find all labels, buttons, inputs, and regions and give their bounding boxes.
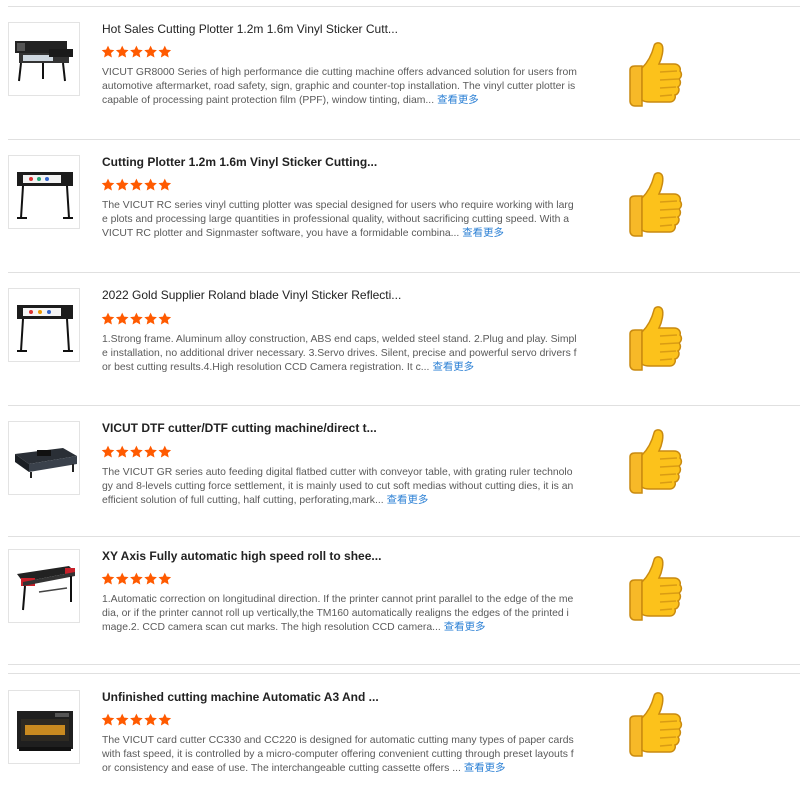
product-title[interactable]: XY Axis Fully automatic high speed roll …	[102, 549, 381, 563]
product-thumbnail[interactable]	[8, 155, 80, 229]
row-divider	[8, 272, 800, 273]
star-icon	[101, 713, 115, 726]
rating-stars	[101, 45, 172, 59]
star-icon	[144, 445, 157, 458]
star-icon	[158, 713, 172, 726]
description-text: 1.Automatic correction on longitudinal d…	[102, 594, 574, 633]
star-icon	[130, 713, 143, 726]
star-icon	[130, 45, 143, 58]
product-description: 1.Strong frame. Aluminum alloy construct…	[102, 333, 577, 375]
product-title[interactable]: 2022 Gold Supplier Roland blade Vinyl St…	[102, 288, 401, 302]
star-icon	[158, 45, 172, 58]
vinyl-cutter-stand-image	[17, 305, 73, 352]
row-divider	[8, 673, 800, 674]
rating-stars	[101, 713, 172, 727]
star-icon	[101, 572, 115, 585]
star-icon	[144, 713, 157, 726]
view-more-link[interactable]: 查看更多	[437, 95, 479, 106]
product-list: Hot Sales Cutting Plotter 1.2m 1.6m Viny…	[0, 0, 800, 800]
flatbed-cutter-image	[15, 448, 77, 478]
star-icon	[144, 572, 157, 585]
star-icon	[115, 572, 129, 585]
star-icon	[115, 713, 129, 726]
rating-stars	[101, 178, 172, 192]
view-more-link[interactable]: 查看更多	[444, 622, 486, 633]
star-icon	[158, 445, 172, 458]
product-title[interactable]: Unfinished cutting machine Automatic A3 …	[102, 690, 379, 704]
star-icon	[115, 312, 129, 325]
row-divider	[8, 405, 800, 406]
thumbs-up-icon[interactable]	[622, 40, 686, 112]
star-icon	[144, 45, 157, 58]
row-divider	[8, 536, 800, 537]
description-text: 1.Strong frame. Aluminum alloy construct…	[102, 334, 577, 373]
thumbs-up-icon[interactable]	[622, 554, 686, 626]
product-title[interactable]: VICUT DTF cutter/DTF cutting machine/dir…	[102, 421, 377, 435]
roll-cutter-image	[17, 566, 75, 611]
cutting-plotter-dual-image	[15, 41, 73, 82]
card-cutter-image	[17, 711, 73, 751]
thumbs-up-icon[interactable]	[622, 427, 686, 499]
view-more-link[interactable]: 查看更多	[464, 763, 506, 774]
star-icon	[101, 45, 115, 58]
view-more-link[interactable]: 查看更多	[387, 495, 429, 506]
star-icon	[115, 45, 129, 58]
star-icon	[101, 312, 115, 325]
star-icon	[130, 572, 143, 585]
star-icon	[130, 445, 143, 458]
product-description: The VICUT RC series vinyl cutting plotte…	[102, 199, 577, 241]
product-title[interactable]: Cutting Plotter 1.2m 1.6m Vinyl Sticker …	[102, 155, 377, 169]
description-text: The VICUT GR series auto feeding digital…	[102, 467, 574, 506]
view-more-link[interactable]: 查看更多	[432, 362, 474, 373]
thumbs-up-icon[interactable]	[622, 304, 686, 376]
star-icon	[158, 572, 172, 585]
product-title[interactable]: Hot Sales Cutting Plotter 1.2m 1.6m Viny…	[102, 22, 398, 36]
product-thumbnail[interactable]	[8, 549, 80, 623]
product-description: VICUT GR8000 Series of high performance …	[102, 66, 577, 108]
star-icon	[130, 312, 143, 325]
product-description: 1.Automatic correction on longitudinal d…	[102, 593, 577, 635]
star-icon	[115, 178, 129, 191]
star-icon	[158, 312, 172, 325]
rating-stars	[101, 572, 172, 586]
product-description: The VICUT GR series auto feeding digital…	[102, 466, 577, 508]
row-divider	[8, 664, 800, 665]
product-thumbnail[interactable]	[8, 288, 80, 362]
cutting-plotter-stand-image	[17, 172, 73, 219]
product-thumbnail[interactable]	[8, 690, 80, 764]
row-divider	[8, 6, 800, 7]
star-icon	[115, 445, 129, 458]
product-description: The VICUT card cutter CC330 and CC220 is…	[102, 734, 577, 776]
row-divider	[8, 139, 800, 140]
star-icon	[101, 445, 115, 458]
star-icon	[144, 178, 157, 191]
thumbs-up-icon[interactable]	[622, 690, 686, 762]
product-thumbnail[interactable]	[8, 22, 80, 96]
product-thumbnail[interactable]	[8, 421, 80, 495]
thumbs-up-icon[interactable]	[622, 170, 686, 242]
view-more-link[interactable]: 查看更多	[462, 228, 504, 239]
star-icon	[158, 178, 172, 191]
rating-stars	[101, 312, 172, 326]
star-icon	[101, 178, 115, 191]
star-icon	[144, 312, 157, 325]
rating-stars	[101, 445, 172, 459]
star-icon	[130, 178, 143, 191]
description-text: VICUT GR8000 Series of high performance …	[102, 67, 577, 106]
